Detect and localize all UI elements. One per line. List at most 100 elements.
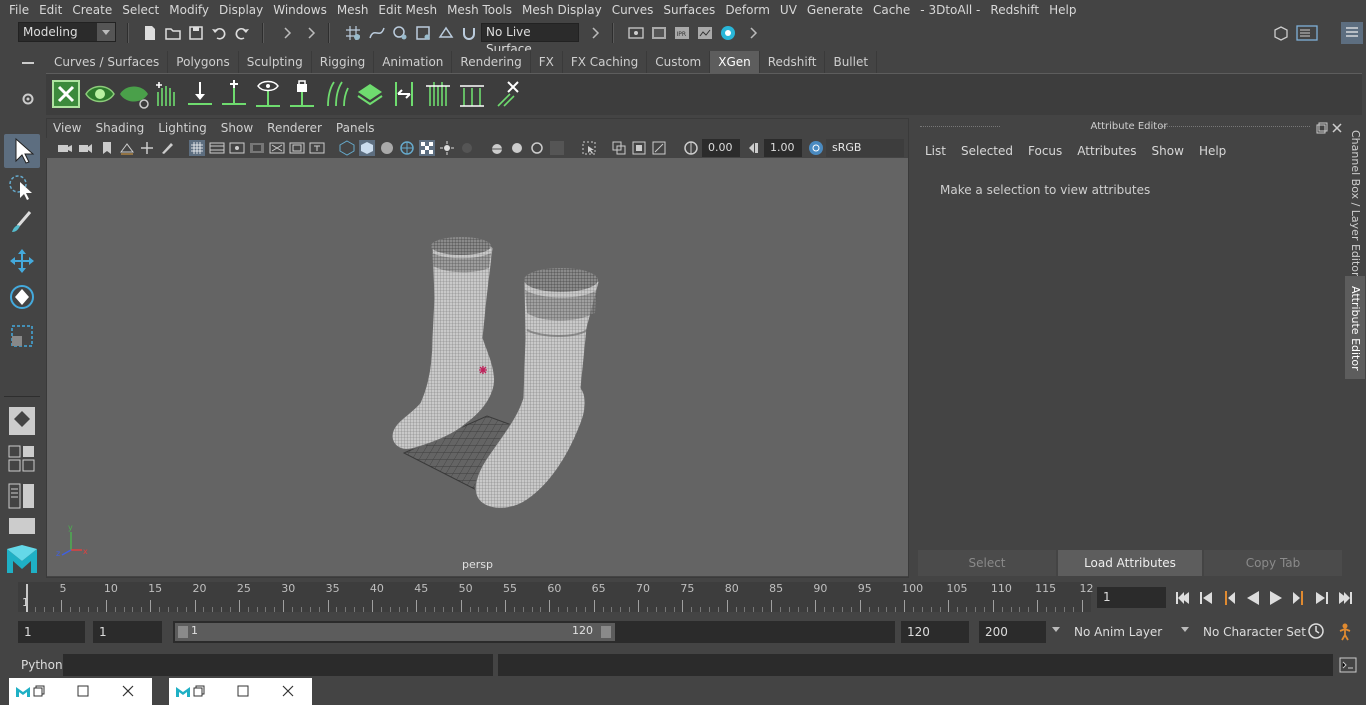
go-to-end-icon[interactable] bbox=[1335, 589, 1355, 607]
shelf-tab-xgen[interactable]: XGen bbox=[710, 51, 760, 73]
menu-create[interactable]: Create bbox=[67, 3, 117, 17]
groom-cut-icon[interactable] bbox=[456, 78, 488, 110]
select-camera-icon[interactable] bbox=[57, 140, 73, 156]
open-scene-icon[interactable] bbox=[164, 24, 182, 42]
select-button[interactable]: Select bbox=[918, 550, 1056, 576]
sculpt-guides-icon[interactable] bbox=[320, 78, 352, 110]
exposure-field[interactable]: 0.00 bbox=[702, 139, 740, 157]
safe-action-icon[interactable] bbox=[289, 140, 305, 156]
lock-guides-icon[interactable] bbox=[286, 78, 318, 110]
guide-visibility-icon[interactable] bbox=[252, 78, 284, 110]
menu-mesh-display[interactable]: Mesh Display bbox=[517, 3, 607, 17]
select-tool[interactable] bbox=[4, 134, 40, 168]
range-handle-end[interactable] bbox=[601, 626, 611, 638]
save-scene-icon[interactable] bbox=[187, 24, 205, 42]
shelf-tab-bullet[interactable]: Bullet bbox=[825, 51, 878, 73]
go-to-start-icon[interactable] bbox=[1173, 589, 1193, 607]
menu-surfaces[interactable]: Surfaces bbox=[658, 3, 720, 17]
shelf-tab-fx-caching[interactable]: FX Caching bbox=[562, 51, 648, 73]
layout-outliner-icon[interactable] bbox=[7, 482, 37, 510]
menu-mesh[interactable]: Mesh bbox=[332, 3, 374, 17]
screen-space-ao-icon[interactable] bbox=[489, 140, 505, 156]
gamma-icon[interactable] bbox=[746, 140, 762, 156]
gate-mask-icon[interactable] bbox=[249, 140, 265, 156]
shelf-tab-rigging[interactable]: Rigging bbox=[311, 51, 375, 73]
view-transform-field[interactable]: sRGB gamma bbox=[826, 139, 904, 172]
viewport-menu-show[interactable]: Show bbox=[214, 119, 260, 138]
groom-grid-icon[interactable] bbox=[354, 78, 386, 110]
color-management-icon[interactable] bbox=[808, 140, 824, 156]
interactive-groom-icon[interactable] bbox=[422, 78, 454, 110]
last-tool-used[interactable] bbox=[4, 404, 40, 438]
viewport-menu-renderer[interactable]: Renderer bbox=[260, 119, 329, 138]
current-frame-field[interactable]: 1 bbox=[1097, 587, 1166, 608]
menu-curves[interactable]: Curves bbox=[607, 3, 659, 17]
render-frame-icon[interactable] bbox=[650, 24, 668, 42]
menu-display[interactable]: Display bbox=[214, 3, 268, 17]
copy-tab-button[interactable]: Copy Tab bbox=[1204, 550, 1342, 576]
menu-deform[interactable]: Deform bbox=[720, 3, 775, 17]
3d-viewport-persp[interactable]: y x z persp bbox=[47, 158, 908, 576]
step-back-icon[interactable] bbox=[1196, 589, 1216, 607]
time-slider[interactable]: 5 10 15 20 25 30 35 40 45 50 55 60 65 70 75 80 85 90 95 100… bbox=[18, 582, 1094, 612]
menu-select[interactable]: Select bbox=[117, 3, 164, 17]
step-forward-key-icon[interactable] bbox=[1289, 589, 1309, 607]
wireframe-on-shaded-icon[interactable] bbox=[399, 140, 415, 156]
use-default-material-icon[interactable] bbox=[379, 140, 395, 156]
chevron-down-icon[interactable] bbox=[1181, 627, 1189, 632]
exposure-icon[interactable] bbox=[683, 140, 699, 156]
close-icon[interactable] bbox=[122, 685, 134, 697]
menu-windows[interactable]: Windows bbox=[268, 3, 332, 17]
image-plane-icon[interactable] bbox=[119, 140, 135, 156]
ae-menu-help[interactable]: Help bbox=[1192, 143, 1234, 159]
chevron-down-icon[interactable] bbox=[1052, 627, 1060, 632]
close-icon[interactable] bbox=[282, 685, 294, 697]
mode-selector[interactable]: Modeling bbox=[18, 22, 116, 42]
current-time-indicator[interactable] bbox=[26, 584, 28, 612]
step-back-key-icon[interactable] bbox=[1219, 589, 1239, 607]
paint-select-tool[interactable] bbox=[4, 206, 40, 240]
xray-active-components-icon[interactable] bbox=[631, 140, 647, 156]
lasso-tool[interactable] bbox=[4, 170, 40, 204]
close-panel-icon[interactable] bbox=[1331, 122, 1343, 134]
shelf-tab-custom[interactable]: Custom bbox=[647, 51, 711, 73]
shelf-settings-gear-icon[interactable] bbox=[21, 92, 35, 106]
gamma-field[interactable]: 1.00 bbox=[764, 139, 802, 157]
ae-menu-show[interactable]: Show bbox=[1145, 143, 1192, 159]
render-view-icon[interactable] bbox=[696, 24, 714, 42]
smooth-shade-icon[interactable] bbox=[359, 140, 375, 156]
isolate-select-icon[interactable] bbox=[581, 140, 597, 156]
make-live-icon[interactable] bbox=[437, 24, 455, 42]
play-forwards-icon[interactable] bbox=[1266, 589, 1286, 607]
snap-to-grid-icon[interactable] bbox=[344, 24, 362, 42]
create-description-icon[interactable] bbox=[150, 78, 182, 110]
maximize-icon[interactable] bbox=[77, 685, 89, 697]
animation-preferences-icon[interactable] bbox=[1335, 621, 1355, 641]
menu-uv[interactable]: UV bbox=[775, 3, 802, 17]
depth-of-field-icon[interactable] bbox=[549, 140, 565, 156]
snap-to-point-icon[interactable] bbox=[391, 24, 409, 42]
snap-to-curve-icon[interactable] bbox=[368, 24, 386, 42]
character-set-label[interactable]: No Character Set bbox=[1203, 625, 1306, 639]
shelf-tab-redshift[interactable]: Redshift bbox=[759, 51, 826, 73]
redo-icon[interactable] bbox=[233, 24, 251, 42]
ae-menu-list[interactable]: List bbox=[918, 143, 954, 159]
minimized-window[interactable] bbox=[9, 678, 152, 705]
layout-single-icon[interactable] bbox=[7, 516, 37, 536]
2d-pan-zoom-icon[interactable] bbox=[139, 140, 155, 156]
xray-icon[interactable] bbox=[611, 140, 627, 156]
menu-modify[interactable]: Modify bbox=[164, 3, 214, 17]
viewport-menu-view[interactable]: View bbox=[46, 119, 88, 138]
magnet-icon[interactable] bbox=[460, 24, 478, 42]
shelf-tab-rendering[interactable]: Rendering bbox=[452, 51, 531, 73]
menu-cache[interactable]: Cache bbox=[868, 3, 915, 17]
menu-edit-mesh[interactable]: Edit Mesh bbox=[373, 3, 442, 17]
anim-layer-label[interactable]: No Anim Layer bbox=[1074, 625, 1162, 639]
textured-icon[interactable] bbox=[419, 140, 435, 156]
use-all-lights-icon[interactable] bbox=[439, 140, 455, 156]
shelf-menu-icon[interactable] bbox=[20, 57, 36, 71]
minimized-window[interactable] bbox=[169, 678, 312, 705]
shelf-tab-curves-surfaces[interactable]: Curves / Surfaces bbox=[46, 51, 169, 73]
load-attributes-button[interactable]: Load Attributes bbox=[1058, 550, 1202, 576]
viewport-menu-lighting[interactable]: Lighting bbox=[151, 119, 214, 138]
